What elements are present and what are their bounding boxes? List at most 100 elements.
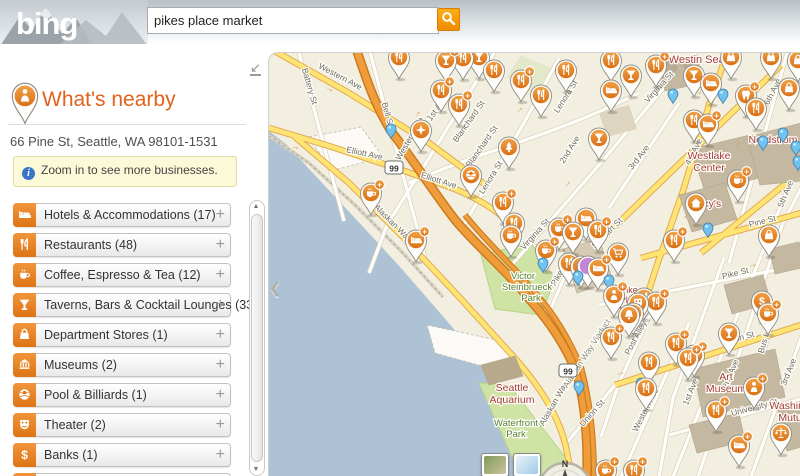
map-pin-scales[interactable] [770,422,792,458]
one-way-arrow-icon: → [560,177,573,190]
expand-plus-icon[interactable]: + [216,294,225,316]
landmark-label: Mutua [778,412,800,424]
compass-north-label: N [562,459,569,469]
theater-icon [13,413,36,437]
landmark-label: Nordstrom [748,134,797,146]
expand-plus-icon[interactable]: + [216,354,225,376]
map-pin-bag[interactable] [778,77,800,113]
highway-99-shield: 99 [384,160,404,175]
landmark-label: Victor [511,271,535,282]
svg-text:+: + [465,91,470,101]
bing-maps-page: $ bing [0,0,800,476]
svg-text:+: + [422,227,427,237]
landmark-label: Steinbrueck [502,282,552,293]
svg-text:+: + [452,53,457,57]
map-pin-bag[interactable] [720,53,742,82]
search-input[interactable] [147,7,439,34]
map-pin-blue[interactable] [667,88,679,105]
expand-plus-icon[interactable]: + [216,384,225,406]
category-row-theater[interactable]: Theater (2) + [13,413,231,437]
svg-text:+: + [680,227,685,237]
svg-text:+: + [552,237,557,247]
landmark-label: Washingt [769,400,800,412]
expand-plus-icon[interactable]: + [216,324,225,346]
scroll-down-icon[interactable]: ▼ [250,466,262,473]
map-pin-blue[interactable] [717,88,729,105]
svg-text:+: + [682,330,687,340]
svg-text:+: + [774,300,779,310]
road-view-button[interactable] [513,453,541,476]
address-text: 66 Pine St, Seattle, WA 98101-1531 [10,134,218,149]
category-label: Pool & Billiards (1) [44,388,147,402]
map-pin-sparkle[interactable] [410,119,432,155]
category-list: Hotels & Accommodations (17) + Restaurants… [13,203,257,476]
dollar-icon [13,443,36,467]
highway-99-shield: 99 [558,363,578,378]
svg-text:+: + [752,82,757,92]
sidebar-scrollbar[interactable]: ▲ ▼ [249,200,265,476]
svg-text:+: + [527,67,532,77]
aerial-thumbnail [484,456,506,474]
map-pin-fork[interactable] [530,84,552,120]
street-label: 3rd Ave [778,356,798,387]
map-canvas[interactable]: Western AveBattery StBell StElliott AveE… [269,53,800,476]
bed-icon [13,203,36,227]
category-label: Hotels & Accommodations (17) [44,208,216,222]
map-collapse-chevron[interactable]: ❮ [269,279,282,297]
header: bing [0,0,800,46]
category-row-museums[interactable]: Museums (2) + [13,353,231,377]
category-label: Taverns, Bars & Cocktail Lounges (33) [44,298,258,312]
expand-plus-icon[interactable]: + [216,204,225,226]
map-pin-coffee[interactable]: + [595,456,620,476]
svg-text:+: + [744,167,749,177]
svg-text:+: + [662,289,667,299]
category-row-department-stores[interactable]: Department Stores (1) + [13,323,231,347]
map-pin-fork[interactable] [388,53,410,82]
museum-icon [13,353,36,377]
expand-plus-icon[interactable]: + [216,444,225,466]
aerial-view-button[interactable] [481,453,509,476]
fork-icon [13,233,36,257]
map-pin-bed[interactable] [700,72,722,108]
svg-text:+: + [604,217,609,227]
category-row-taverns-bars-cocktail-lounges[interactable]: Taverns, Bars & Cocktail Lounges (33) + [13,293,257,317]
category-row-banks[interactable]: Banks (1) + [13,443,231,467]
map-container[interactable]: Western Ave Battery St Bell St Elliott Ave E… [268,52,800,476]
zoom-notice: i Zoom in to see more businesses. [13,156,237,187]
billiard-icon [13,383,36,407]
bing-logo[interactable]: bing [0,0,148,46]
expand-plus-icon[interactable]: + [216,414,225,436]
scrollbar-thumb[interactable] [251,214,263,462]
bag-icon [13,323,36,347]
svg-text:+: + [604,255,609,265]
svg-text:+: + [620,282,625,292]
expand-plus-icon[interactable]: + [216,234,225,256]
scroll-up-icon[interactable]: ▲ [250,203,262,210]
category-label: Department Stores (1) [44,328,168,342]
map-pin-fork[interactable]: + [600,323,625,362]
svg-text:+: + [722,397,727,407]
road-thumbnail [516,456,538,474]
search-button[interactable] [437,8,460,31]
category-label: Theater (2) [44,418,106,432]
map-pin-fork[interactable] [483,59,505,95]
expand-plus-icon[interactable]: + [216,264,225,286]
svg-text:99: 99 [389,164,399,174]
category-row-pool-billiards[interactable]: Pool & Billiards (1) + [13,383,231,407]
category-label: Coffee, Espresso & Tea (12) [44,268,201,282]
category-label: Banks (1) [44,448,98,462]
svg-text:+: + [745,432,750,442]
panel-minimize-icon[interactable]: ↙ [250,61,261,76]
map-pin-bed[interactable]: + [728,431,753,470]
map-pin-fork[interactable] [745,97,767,133]
whats-nearby-panel: ↙ What's nearby 66 Pine St, Seattle, WA … [0,44,268,476]
category-row-hotels-accommodations[interactable]: Hotels & Accommodations (17) + [13,203,231,227]
map-pin-fork[interactable]: + [663,226,688,265]
landmark-label: Seattle [496,382,529,394]
landmark-label: Park [521,293,541,304]
svg-text:+: + [447,77,452,87]
landmark-label: Art [719,371,733,383]
category-row-coffee-espresso-tea[interactable]: Coffee, Espresso & Tea (12) + [13,263,231,287]
panel-title: What's nearby [42,88,176,111]
category-row-restaurants[interactable]: Restaurants (48) + [13,233,231,257]
